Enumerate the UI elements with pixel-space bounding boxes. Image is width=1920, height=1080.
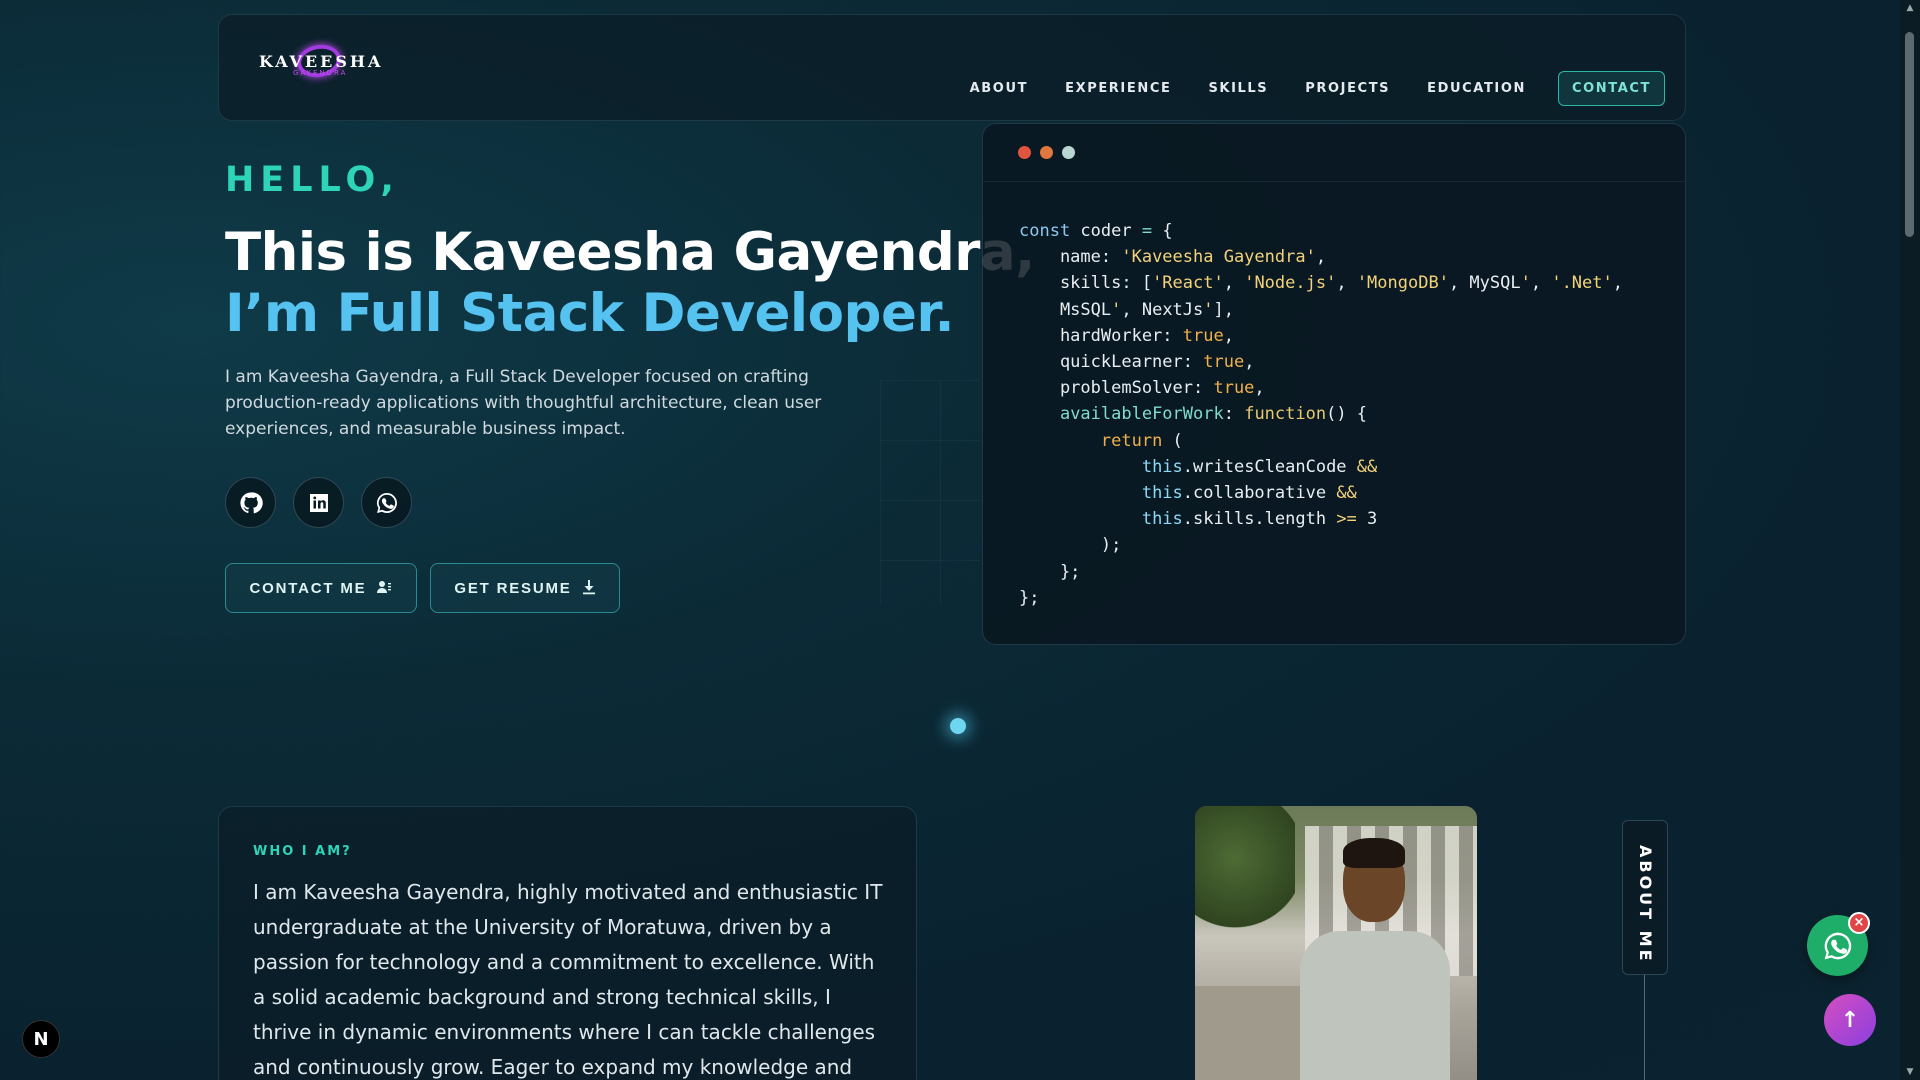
code-line: skills: ['React', 'Node.js', 'MongoDB', … (1019, 273, 1623, 294)
main-nav: ABOUT EXPERIENCE SKILLS PROJECTS EDUCATI… (933, 71, 1665, 106)
whatsapp-link[interactable] (361, 477, 412, 528)
whatsapp-icon (376, 492, 397, 513)
contact-me-label: CONTACT ME (249, 579, 367, 597)
code-line: MsSQL', NextJs'], (1019, 299, 1234, 320)
scrollbar[interactable]: ▲ ▼ (1900, 0, 1920, 1080)
code-line: this.writesCleanCode && (1141, 456, 1378, 477)
social-links (225, 477, 429, 528)
hero-role: I’m Full Stack Developer. (225, 283, 955, 344)
nav-skills[interactable]: SKILLS (1208, 81, 1268, 96)
code-line: return ( (1100, 430, 1183, 451)
scroll-up-arrow-icon[interactable]: ▲ (1905, 3, 1915, 13)
get-resume-button[interactable]: GET RESUME (430, 563, 620, 613)
linkedin-icon (309, 493, 328, 512)
contact-me-button[interactable]: CONTACT ME (225, 563, 417, 613)
hero-title: This is Kaveesha Gayendra, (225, 222, 1035, 283)
nav-experience[interactable]: EXPERIENCE (1065, 81, 1171, 96)
whatsapp-float-icon (1824, 932, 1851, 959)
code-line: }; (1019, 561, 1081, 582)
user-contact-icon (376, 579, 392, 598)
code-line: const coder = { (1019, 221, 1173, 241)
code-window-titlebar (983, 124, 1685, 182)
download-icon (582, 579, 596, 598)
linkedin-link[interactable] (293, 477, 344, 528)
whatsapp-close-button[interactable]: × (1848, 912, 1870, 934)
nav-contact-button[interactable]: CONTACT (1558, 71, 1665, 106)
scroll-to-top-button[interactable]: ↑ (1824, 994, 1876, 1046)
github-link[interactable] (225, 477, 276, 528)
nav-education[interactable]: EDUCATION (1427, 81, 1526, 96)
code-line: this.collaborative && (1141, 483, 1357, 504)
nav-about[interactable]: ABOUT (970, 81, 1028, 96)
n-badge-icon[interactable]: N (22, 1020, 60, 1058)
logo[interactable]: KAVEESHA GAYENDRA (259, 37, 380, 87)
window-minimize-dot-icon (1040, 146, 1053, 159)
scroll-down-arrow-icon[interactable]: ▼ (1905, 1067, 1915, 1077)
about-me-side-tab[interactable]: ABOUT ME (1622, 820, 1668, 975)
code-line: problemSolver: true, (1019, 378, 1265, 399)
nav-projects[interactable]: PROJECTS (1305, 81, 1390, 96)
hero-greeting: HELLO, (225, 160, 400, 200)
about-label: WHO I AM? (253, 844, 352, 859)
github-icon (239, 491, 263, 513)
code-block: const coder = { name: 'Kaveesha Gayendra… (1019, 218, 1623, 611)
scroll-thumb[interactable] (1905, 32, 1914, 237)
site-header: KAVEESHA GAYENDRA ABOUT EXPERIENCE SKILL… (218, 14, 1686, 121)
code-window: const coder = { name: 'Kaveesha Gayendra… (982, 123, 1686, 645)
get-resume-label: GET RESUME (454, 579, 572, 597)
window-maximize-dot-icon (1062, 146, 1075, 159)
code-line: name: 'Kaveesha Gayendra', (1019, 247, 1327, 268)
about-me-side-label: ABOUT ME (1636, 845, 1655, 964)
about-card: WHO I AM? I am Kaveesha Gayendra, highly… (218, 806, 917, 1080)
code-line: hardWorker: true, (1019, 325, 1234, 346)
code-line: quickLearner: true, (1019, 352, 1255, 373)
logo-subtext: GAYENDRA (293, 69, 348, 77)
background-grid (880, 380, 980, 605)
code-line: availableForWork: function() { (1059, 404, 1368, 425)
code-line: }; (1019, 587, 1040, 608)
code-line: this.skills.length >= 3 (1141, 509, 1378, 530)
profile-photo (1195, 806, 1477, 1080)
about-text: I am Kaveesha Gayendra, highly motivated… (253, 880, 883, 1079)
side-tab-line (1644, 975, 1645, 1080)
scroll-indicator-dot (950, 718, 966, 734)
code-line: ); (1019, 535, 1122, 556)
hero-description: I am Kaveesha Gayendra, a Full Stack Dev… (225, 367, 822, 439)
window-close-dot-icon (1018, 146, 1031, 159)
